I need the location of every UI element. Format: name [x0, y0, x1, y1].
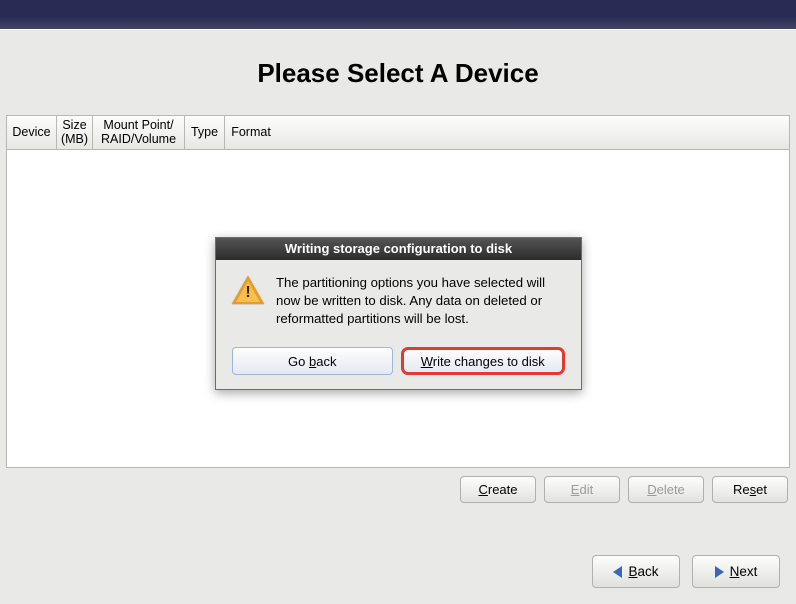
partition-actions: Create Edit Delete Reset [0, 468, 796, 503]
col-format[interactable]: Format [225, 116, 277, 149]
col-mount[interactable]: Mount Point/ RAID/Volume [93, 116, 185, 149]
table-header-row: Device Size (MB) Mount Point/ RAID/Volum… [7, 116, 789, 150]
edit-button: Edit [544, 476, 620, 503]
create-button[interactable]: Create [460, 476, 536, 503]
go-back-button[interactable]: Go back [232, 347, 393, 375]
back-button[interactable]: Back [592, 555, 680, 588]
col-device[interactable]: Device [7, 116, 57, 149]
nav-buttons: Back Next [592, 555, 780, 588]
delete-button: Delete [628, 476, 704, 503]
page-title: Please Select A Device [0, 30, 796, 115]
next-button[interactable]: Next [692, 555, 780, 588]
col-size[interactable]: Size (MB) [57, 116, 93, 149]
write-changes-button[interactable]: Write changes to disk [401, 347, 566, 375]
reset-button[interactable]: Reset [712, 476, 788, 503]
col-type[interactable]: Type [185, 116, 225, 149]
arrow-right-icon [715, 566, 724, 578]
arrow-left-icon [613, 566, 622, 578]
top-banner [0, 0, 796, 30]
dialog-title: Writing storage configuration to disk [216, 238, 581, 260]
warning-icon [232, 276, 264, 304]
dialog-message: The partitioning options you have select… [276, 274, 565, 327]
confirm-dialog: Writing storage configuration to disk Th… [215, 237, 582, 390]
